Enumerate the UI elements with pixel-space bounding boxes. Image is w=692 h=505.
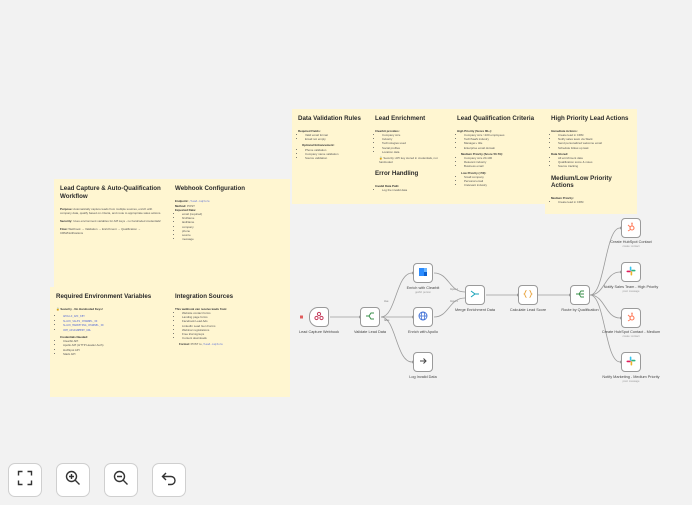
reset-zoom-button[interactable] bbox=[152, 463, 186, 497]
edge-label-false: false bbox=[384, 319, 390, 322]
node-enrich-apollo[interactable] bbox=[413, 307, 433, 327]
node-label: Create HubSpot Contact create: contact bbox=[610, 240, 652, 248]
hubspot-icon bbox=[626, 219, 636, 237]
node-label: Merge Enrichment Data bbox=[454, 308, 496, 312]
clearbit-icon bbox=[418, 264, 428, 282]
undo-icon bbox=[161, 470, 177, 491]
edge-label-true: true bbox=[384, 300, 389, 303]
node-label: Notify Marketing - Medium Priority post: … bbox=[602, 375, 660, 383]
node-log-invalid-data[interactable] bbox=[413, 352, 433, 372]
slack-icon bbox=[626, 263, 636, 281]
node-route-by-qualification[interactable] bbox=[570, 285, 590, 305]
node-notify-sales-team[interactable] bbox=[621, 262, 641, 282]
zoom-in-button[interactable] bbox=[56, 463, 90, 497]
zoom-in-icon bbox=[65, 470, 81, 491]
hubspot-icon bbox=[626, 309, 636, 327]
edge-validate-log bbox=[380, 316, 413, 363]
node-label: Notify Sales Team - High Priority post: m… bbox=[603, 285, 659, 293]
node-calculate-lead-score[interactable] bbox=[518, 285, 538, 305]
edge-validate-clearbit bbox=[380, 272, 413, 318]
globe-icon bbox=[418, 308, 428, 326]
zoom-out-button[interactable] bbox=[104, 463, 138, 497]
node-notify-marketing[interactable] bbox=[621, 352, 641, 372]
node-label: Create HubSpot Contact - Medium create: c… bbox=[601, 330, 661, 338]
edge-route-slack-mkt bbox=[589, 294, 621, 363]
fullscreen-icon bbox=[17, 470, 33, 491]
zoom-out-icon bbox=[113, 470, 129, 491]
node-label: Calculate Lead Score bbox=[509, 308, 547, 312]
node-enrich-clearbit[interactable] bbox=[413, 263, 433, 283]
workflow-connections bbox=[300, 226, 623, 364]
edge-label-input2: Input 2 bbox=[450, 300, 458, 303]
webhook-icon bbox=[314, 308, 324, 326]
if-branch-icon bbox=[365, 308, 375, 326]
node-lead-capture-webhook[interactable] bbox=[309, 307, 329, 327]
switch-icon bbox=[575, 286, 585, 304]
node-label: Route by Qualification bbox=[561, 308, 599, 312]
slack-icon bbox=[626, 353, 636, 371]
node-label: Enrich with Apollo bbox=[408, 330, 438, 334]
node-create-hubspot-contact-medium[interactable] bbox=[621, 308, 641, 328]
node-label: Enrich with Clearbit getAll: person bbox=[406, 286, 440, 294]
node-label: Validate Lead Data bbox=[353, 330, 387, 334]
code-icon bbox=[522, 286, 534, 304]
node-validate-lead-data[interactable] bbox=[360, 307, 380, 327]
edge-route-hs-med bbox=[589, 294, 621, 319]
node-merge-enrichment[interactable] bbox=[465, 285, 485, 305]
node-label: Log Invalid Data bbox=[409, 375, 437, 379]
node-create-hubspot-contact[interactable] bbox=[621, 218, 641, 238]
arrow-right-icon bbox=[418, 353, 428, 371]
fit-view-button[interactable] bbox=[8, 463, 42, 497]
merge-icon bbox=[470, 286, 480, 304]
